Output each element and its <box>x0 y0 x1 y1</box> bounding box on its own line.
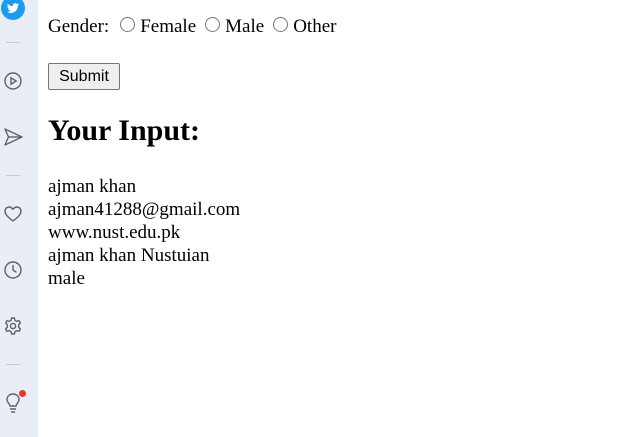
gender-option-other[interactable]: Other <box>273 16 336 38</box>
send-icon[interactable] <box>0 124 26 150</box>
gender-option-male[interactable]: Male <box>205 16 264 38</box>
output-line-email: ajman41288@gmail.com <box>48 199 241 220</box>
sidebar-divider <box>6 42 20 43</box>
twitter-icon[interactable] <box>0 0 26 21</box>
male-radio[interactable] <box>205 16 221 32</box>
other-label: Other <box>293 16 337 37</box>
submit-button[interactable]: Submit <box>48 63 120 90</box>
browser-sidebar <box>0 0 38 437</box>
other-radio[interactable] <box>273 16 289 32</box>
gender-field: Gender: Female Male Other <box>48 16 345 38</box>
play-circle-icon[interactable] <box>0 68 26 94</box>
male-label: Male <box>225 16 265 37</box>
output-line-name: ajman khan <box>48 176 137 197</box>
gender-label: Gender: <box>48 16 110 37</box>
gear-icon[interactable] <box>0 313 26 339</box>
female-label: Female <box>140 16 197 37</box>
output-list: ajman khan ajman41288@gmail.com www.nust… <box>48 175 240 290</box>
sidebar-divider <box>6 175 20 176</box>
output-line-gender: male <box>48 268 85 289</box>
clock-icon[interactable] <box>0 257 26 283</box>
heart-icon[interactable] <box>0 201 26 227</box>
gender-option-female[interactable]: Female <box>120 16 196 38</box>
output-line-website: www.nust.edu.pk <box>48 222 181 243</box>
female-radio[interactable] <box>120 16 136 32</box>
sidebar-divider <box>6 364 20 365</box>
output-line-comment: ajman khan Nustuian <box>48 245 210 266</box>
output-heading: Your Input: <box>48 114 201 147</box>
notification-dot <box>19 390 26 397</box>
